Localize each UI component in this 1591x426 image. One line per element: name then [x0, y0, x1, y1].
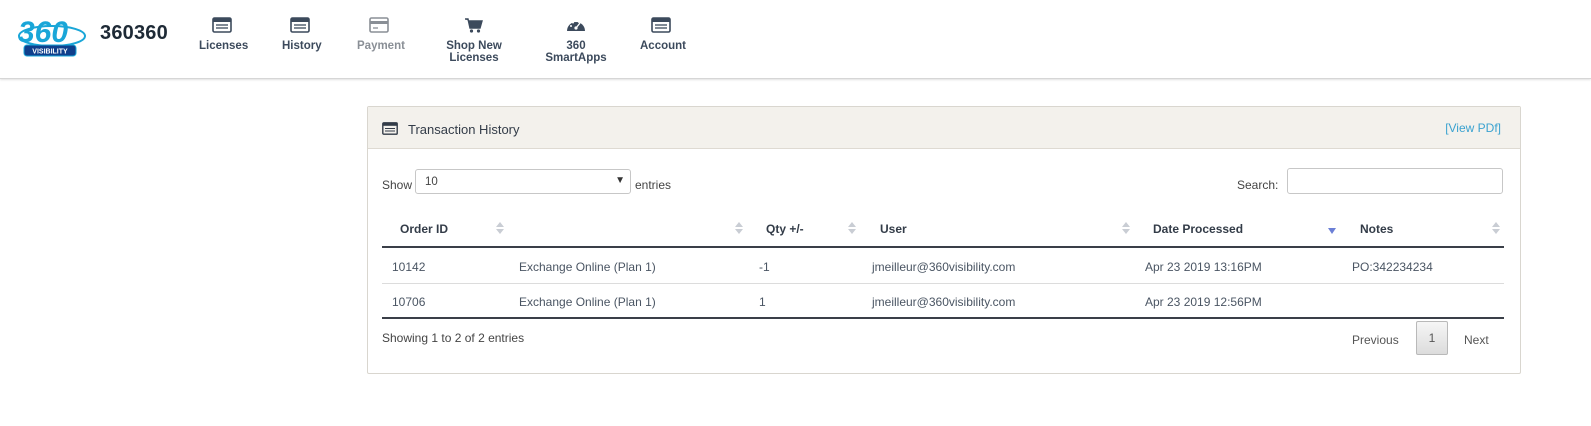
sort-icon — [496, 222, 504, 236]
chevron-down-icon: ▼ — [615, 175, 625, 186]
svg-text:VISIBILITY: VISIBILITY — [32, 49, 68, 56]
show-label: Show — [382, 178, 413, 192]
credit-card-icon — [369, 17, 389, 33]
pagination-next[interactable]: Next — [1464, 333, 1489, 347]
licenses-icon — [212, 17, 232, 33]
sort-icon — [1122, 222, 1130, 236]
entries-select-value: 10 — [425, 176, 438, 188]
top-header: 360 VISIBILITY 360360 Licenses History P… — [0, 0, 1591, 79]
column-header-qty[interactable]: Qty +/- — [747, 214, 859, 246]
account-icon — [651, 17, 671, 33]
cell-date: Apr 23 2019 12:56PM — [1145, 295, 1262, 309]
sort-icon — [735, 222, 743, 236]
cell-product: Exchange Online (Plan 1) — [519, 260, 656, 274]
svg-text:360: 360 — [18, 16, 68, 49]
header-divider — [382, 246, 1504, 248]
nav-licenses[interactable]: Licenses — [199, 16, 249, 52]
nav-licenses-label: Licenses — [199, 40, 249, 52]
nav-account[interactable]: Account — [640, 16, 686, 52]
table-row[interactable]: 10142 Exchange Online (Plan 1) -1 jmeill… — [382, 249, 1504, 283]
cell-date: Apr 23 2019 13:16PM — [1145, 260, 1262, 274]
nav-payment[interactable]: Payment — [357, 16, 405, 52]
column-header-date-processed[interactable]: Date Processed — [1132, 214, 1339, 246]
column-header-user[interactable]: User — [859, 214, 1132, 246]
column-header-order-id[interactable]: Order ID — [382, 214, 508, 246]
sort-icon — [848, 222, 856, 236]
cell-user: jmeilleur@360visibility.com — [872, 295, 1016, 309]
shopping-cart-icon — [465, 18, 483, 33]
nav-history[interactable]: History — [282, 16, 322, 52]
cell-user: jmeilleur@360visibility.com — [872, 260, 1016, 274]
nav-account-label: Account — [640, 40, 686, 52]
dashboard-gauge-icon — [567, 21, 585, 31]
column-header-product[interactable] — [508, 214, 747, 246]
cell-order-id: 10706 — [392, 295, 426, 309]
search-input[interactable] — [1287, 168, 1503, 194]
panel-header: Transaction History [View PDf] — [368, 107, 1520, 149]
table-row[interactable]: 10706 Exchange Online (Plan 1) 1 jmeille… — [382, 284, 1504, 318]
search-label: Search: — [1237, 178, 1279, 192]
pagination-previous[interactable]: Previous — [1352, 333, 1399, 347]
brand-logo[interactable]: 360 VISIBILITY — [16, 12, 88, 60]
nav-payment-label: Payment — [357, 40, 405, 52]
history-icon — [290, 17, 310, 33]
company-name: 360360 — [100, 22, 168, 44]
cell-order-id: 10142 — [392, 260, 426, 274]
nav-smartapps-label: 360 SmartApps — [545, 40, 607, 64]
list-icon — [382, 122, 398, 135]
panel-title: Transaction History — [408, 122, 520, 137]
entries-per-page-select[interactable]: 10 ▼ — [415, 169, 631, 194]
column-header-notes[interactable]: Notes — [1339, 214, 1504, 246]
table-bottom-border — [382, 317, 1504, 319]
table-info: Showing 1 to 2 of 2 entries — [382, 331, 525, 345]
pagination-page-1[interactable]: 1 — [1416, 321, 1448, 355]
view-pdf-link[interactable]: [View PDf] — [1445, 121, 1501, 135]
cell-product: Exchange Online (Plan 1) — [519, 295, 656, 309]
sort-icon — [1492, 222, 1500, 236]
sort-descending-icon — [1328, 228, 1336, 234]
transaction-history-panel: Transaction History [View PDf] Show 10 ▼… — [367, 106, 1521, 374]
cell-notes: PO:342234234 — [1352, 260, 1433, 274]
cell-qty: -1 — [759, 260, 770, 274]
entries-label: entries — [635, 178, 672, 192]
nav-shop-label: Shop New Licenses — [446, 40, 502, 64]
cell-qty: 1 — [759, 295, 766, 309]
nav-smartapps[interactable]: 360 SmartApps — [539, 16, 613, 64]
nav-shop-new-licenses[interactable]: Shop New Licenses — [428, 16, 520, 64]
nav-history-label: History — [282, 40, 322, 52]
